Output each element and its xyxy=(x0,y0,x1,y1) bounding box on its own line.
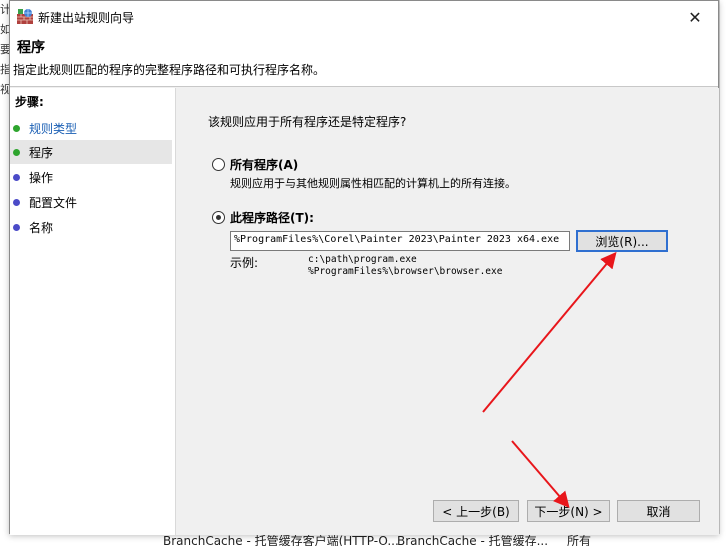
step-label: 程序 xyxy=(29,145,54,160)
browse-button[interactable]: 浏览(R)... xyxy=(576,230,668,252)
example-path: %ProgramFiles%\browser\browser.exe xyxy=(308,266,503,277)
example-paths: c:\path\program.exe %ProgramFiles%\brows… xyxy=(308,254,502,278)
step-rule-type[interactable]: 规则类型 xyxy=(10,116,172,140)
step-profile[interactable]: 配置文件 xyxy=(10,190,172,214)
new-outbound-rule-wizard: 新建出站规则向导 ✕ 程序 指定此规则匹配的程序的完整程序路径和可执行程序名称。… xyxy=(9,0,719,535)
step-name[interactable]: 名称 xyxy=(10,215,172,239)
all-programs-radio[interactable]: 所有程序(A) xyxy=(212,156,298,173)
steps-panel: 步骤: 规则类型 程序 操作 配置文件 名称 xyxy=(10,88,176,535)
background-list-row: BranchCache - 托管缓存客户端(HTTP-O... BranchCa… xyxy=(0,534,728,546)
step-bullet-icon xyxy=(13,223,20,231)
background-list-cell: BranchCache - 托管缓存... xyxy=(397,534,549,546)
step-label: 规则类型 xyxy=(29,121,78,136)
program-path-label[interactable]: 此程序路径(T): xyxy=(230,209,314,226)
background-window-right xyxy=(719,0,728,546)
step-bullet-icon xyxy=(13,173,20,181)
window-title: 新建出站规则向导 xyxy=(38,11,135,25)
step-label: 配置文件 xyxy=(29,195,78,210)
background-list-cell: BranchCache - 托管缓存客户端(HTTP-O... xyxy=(163,534,399,546)
page-title: 程序 xyxy=(17,40,45,56)
close-button[interactable]: ✕ xyxy=(672,1,718,33)
page-subtitle: 指定此规则匹配的程序的完整程序路径和可执行程序名称。 xyxy=(13,63,326,77)
step-label: 名称 xyxy=(29,220,54,235)
step-bullet-icon xyxy=(13,148,20,156)
step-bullet-icon xyxy=(13,124,20,132)
question-text: 该规则应用于所有程序还是特定程序? xyxy=(208,115,407,129)
radio-checked-icon[interactable] xyxy=(212,211,225,224)
step-bullet-icon xyxy=(13,198,20,206)
step-program[interactable]: 程序 xyxy=(10,140,172,164)
radio-unchecked-icon[interactable] xyxy=(212,158,225,171)
cancel-button[interactable]: 取消 xyxy=(617,500,700,522)
wizard-header: 程序 指定此规则匹配的程序的完整程序路径和可执行程序名称。 xyxy=(10,33,718,87)
next-button[interactable]: 下一步(N) > xyxy=(527,500,610,522)
title-bar[interactable]: 新建出站规则向导 ✕ xyxy=(10,1,718,33)
program-path-radio[interactable]: 此程序路径(T): xyxy=(212,209,314,226)
wizard-content: 该规则应用于所有程序还是特定程序? 所有程序(A) 规则应用于与其他规则属性相匹… xyxy=(176,88,719,535)
background-list-cell: 所有 xyxy=(567,534,592,546)
steps-title: 步骤: xyxy=(15,95,44,109)
all-programs-description: 规则应用于与其他规则属性相匹配的计算机上的所有连接。 xyxy=(230,177,516,190)
step-label: 操作 xyxy=(29,170,54,185)
previous-button[interactable]: < 上一步(B) xyxy=(433,500,519,522)
program-path-input[interactable]: %ProgramFiles%\Corel\Painter 2023\Painte… xyxy=(230,231,570,251)
all-programs-label[interactable]: 所有程序(A) xyxy=(230,156,298,173)
example-path: c:\path\program.exe xyxy=(308,254,417,265)
step-action[interactable]: 操作 xyxy=(10,165,172,189)
example-label: 示例: xyxy=(230,256,259,270)
firewall-icon xyxy=(17,9,33,24)
